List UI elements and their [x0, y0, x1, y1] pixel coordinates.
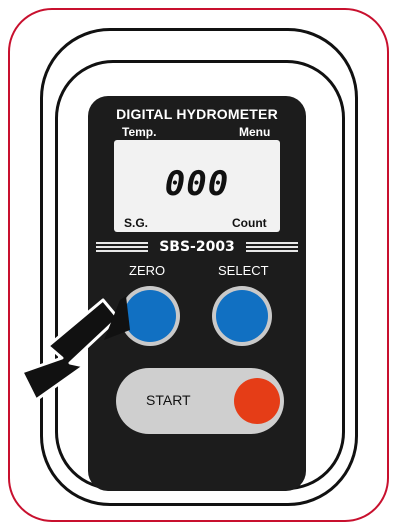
arrow-icon [20, 296, 130, 402]
